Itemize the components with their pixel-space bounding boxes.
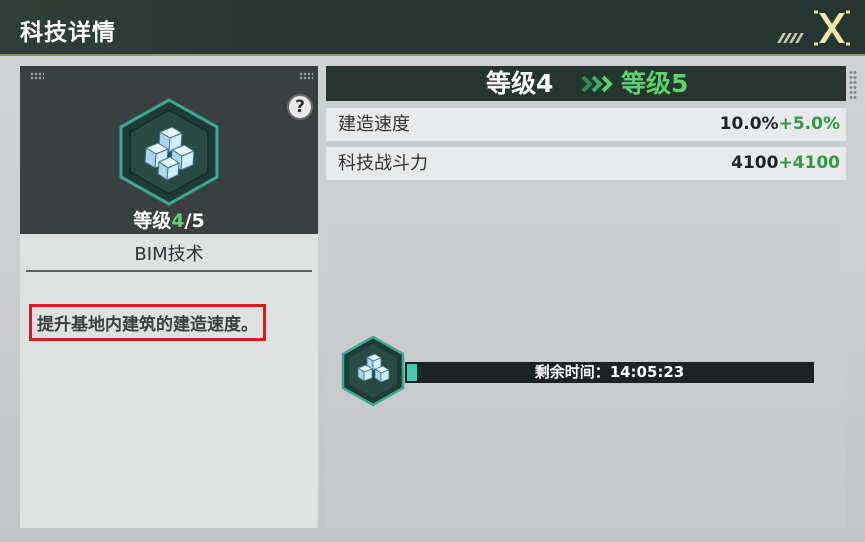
level-transition-bar: 等级4 等级5 <box>326 66 846 101</box>
divider <box>26 270 312 272</box>
grip-dots-icon <box>30 72 44 80</box>
level-from: 等级4 <box>486 69 554 98</box>
stat-current: 10.0% <box>719 114 779 134</box>
help-button[interactable]: ? <box>287 94 313 120</box>
stat-label: 建造速度 <box>338 114 410 135</box>
tech-description: 提升基地内建筑的建造速度。 <box>29 304 266 341</box>
stat-row-build-speed: 建造速度 10.0%+5.0% <box>326 108 846 141</box>
stat-value: 4100+4100 <box>731 147 840 180</box>
level-max: /5 <box>184 210 205 232</box>
stat-label: 科技战斗力 <box>338 153 428 174</box>
stat-row-tech-power: 科技战斗力 4100+4100 <box>326 147 846 180</box>
stat-current: 4100 <box>731 153 779 173</box>
level-current: 4 <box>171 210 185 232</box>
timer-progress-bar: 剩余时间：14:05:23 <box>405 362 814 383</box>
close-button[interactable] <box>810 8 854 48</box>
grip-dots-icon <box>299 72 313 80</box>
tech-detail-window: { "window": { "title": "科技详情", "close_la… <box>0 0 865 542</box>
level-prefix: 等级 <box>133 210 172 232</box>
tech-name: BIM技术 <box>134 244 204 265</box>
timer-text: 剩余时间：14:05:23 <box>534 363 685 381</box>
close-x-icon <box>814 10 850 46</box>
cube-cluster-icon <box>341 335 405 407</box>
tech-level-label: 等级4/5 <box>20 206 318 233</box>
cube-cluster-icon <box>119 98 219 206</box>
chevron-arrows-right-icon <box>581 75 613 93</box>
upgrade-panel: 等级4 等级5 建造速度 10.0%+5.0% 科技战斗力 4100+4100 <box>326 66 846 528</box>
tech-icon-area: ? 等级4/5 <box>20 66 318 234</box>
window-header: 科技详情 <box>0 0 865 56</box>
header-stripes-decoration <box>777 33 804 43</box>
window-title: 科技详情 <box>20 20 116 46</box>
tech-info-panel: ? 等级4/5 BIM技术 提升基地内建筑的建造速度。 <box>20 66 318 528</box>
stat-bonus: +4100 <box>778 153 840 173</box>
scroll-handle-dots[interactable] <box>849 70 857 100</box>
level-to: 等级5 <box>621 69 689 98</box>
stat-value: 10.0%+5.0% <box>720 108 840 141</box>
stat-bonus: +5.0% <box>778 114 840 134</box>
